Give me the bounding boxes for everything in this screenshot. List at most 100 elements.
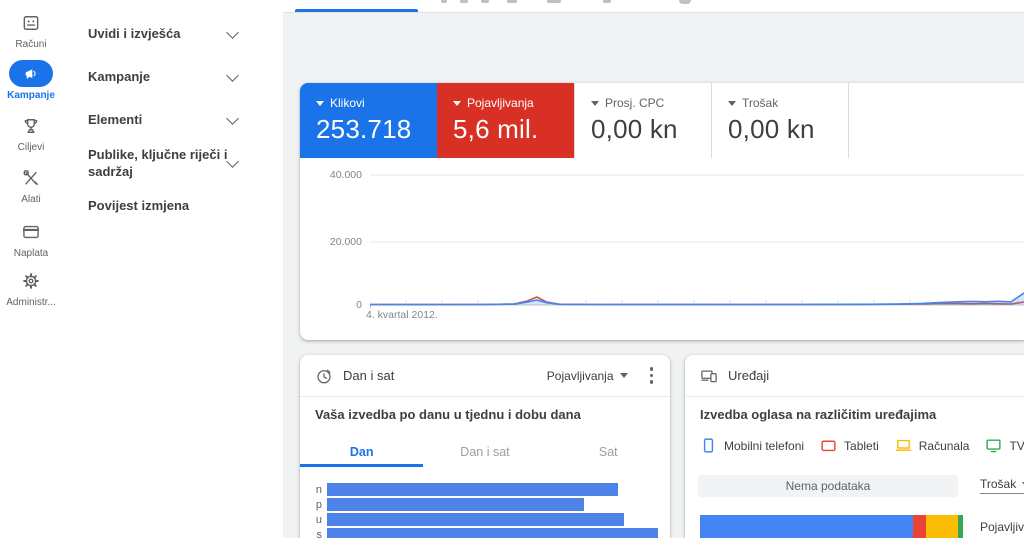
day-bar-chart: n p u s [300, 482, 665, 538]
scorecard-prosj-cpc[interactable]: Prosj. CPC 0,00 kn [574, 83, 711, 158]
rail-item-label: Računi [15, 39, 47, 50]
panel-subtitle: Izvedba oglasa na različitim uređajima [700, 407, 937, 422]
scorecard-klikovi[interactable]: Klikovi 253.718 [300, 83, 437, 158]
clipped-toolbar-icon [441, 0, 447, 3]
x-axis-label: 4. kvartal 2012. [366, 309, 438, 321]
rail-item-racuni[interactable]: Računi [0, 10, 62, 50]
day-bar[interactable] [327, 528, 659, 538]
scorecard-label: Klikovi [330, 96, 365, 110]
legend-item-tv-zasloni[interactable]: TV zasloni [985, 437, 1024, 454]
active-pill [9, 60, 53, 87]
no-data-banner: Nema podataka [698, 475, 958, 497]
rail-item-label: Alati [21, 194, 41, 205]
caret-down-icon[interactable] [728, 100, 736, 106]
billing-icon [22, 225, 40, 239]
gear-icon [23, 273, 39, 289]
sort-dropdown[interactable]: Trošak [980, 477, 1024, 494]
chevron-down-icon [226, 25, 239, 39]
clipped-toolbar-icon [460, 0, 468, 3]
active-tab-underline [295, 9, 418, 12]
scorecard-label: Trošak [742, 96, 779, 110]
y-axis-tick: 20.000 [329, 236, 362, 248]
menu-item-label: Publike, ključne riječi i sadržaj [88, 147, 228, 179]
tools-icon [23, 170, 38, 185]
tab-dan-i-sat[interactable]: Dan i sat [423, 440, 546, 467]
scorecard-value: 5,6 mil. [453, 114, 539, 144]
caret-down-icon[interactable] [453, 100, 461, 106]
chevron-down-icon [226, 111, 239, 125]
rail-item-alati[interactable]: Alati [0, 165, 62, 205]
trophy-icon [24, 119, 38, 133]
legend-label: Računala [918, 438, 970, 453]
devices-icon [701, 369, 717, 382]
google-ads-app: Računi Kampanje Ciljevi Alati Naplata Ad… [0, 0, 1024, 538]
clipped-toolbar-icon [481, 0, 489, 3]
rail-item-ciljevi[interactable]: Ciljevi [0, 113, 62, 153]
metric-dropdown-value: Pojavljivanja [546, 368, 614, 383]
menu-item-label: Kampanje [88, 69, 151, 84]
scorecard-label: Pojavljivanja [467, 96, 534, 110]
tv-icon [986, 439, 1002, 453]
rail-item-naplata[interactable]: Naplata [0, 219, 62, 259]
tab-active-underline [300, 464, 423, 467]
phone-icon [703, 438, 714, 453]
day-bar-row: n [300, 482, 665, 497]
scorecard-trosak[interactable]: Trošak 0,00 kn [711, 83, 848, 158]
day-bar[interactable] [327, 513, 625, 526]
day-label: n [315, 483, 322, 496]
rail-item-label: Kampanje [7, 90, 55, 101]
rail-item-kampanje[interactable]: Kampanje [0, 60, 62, 101]
y-axis-tick: 0 [356, 299, 362, 311]
segment-tableti[interactable] [913, 515, 927, 538]
clipped-toolbar-icon [603, 0, 611, 3]
tab-dan[interactable]: Dan [300, 440, 423, 467]
day-hour-header: Dan i sat Pojavljivanja [300, 355, 670, 397]
overview-chart-card: Klikovi 253.718 Pojavljivanja 5,6 mil. P… [300, 83, 1024, 340]
legend-label: TV zasloni [1009, 438, 1024, 453]
menu-item-label: Povijest izmjena [88, 198, 190, 213]
legend-item-mobilni-telefoni[interactable]: Mobilni telefoni [700, 437, 804, 454]
clipped-toolbar-icon [507, 0, 517, 3]
day-bar[interactable] [327, 483, 618, 496]
menu-item-publike[interactable]: Publike, ključne riječi i sadržaj [88, 146, 269, 180]
day-label: s [316, 528, 323, 538]
device-stacked-bar[interactable] [700, 515, 963, 538]
clipped-toolbar-icon [679, 0, 691, 4]
devices-header: Uređaji [685, 355, 1024, 397]
caret-down-icon[interactable] [591, 100, 599, 106]
metric-dropdown[interactable]: Pojavljivanja [547, 369, 628, 383]
clock-icon [317, 369, 331, 383]
panel-title: Dan i sat [343, 368, 395, 383]
segment-mobilni-telefoni[interactable] [700, 515, 914, 538]
performance-line-chart[interactable] [370, 158, 1024, 323]
scorecard-pojavljivanja[interactable]: Pojavljivanja 5,6 mil. [437, 83, 574, 158]
rail-item-label: Administr... [6, 297, 56, 308]
tab-sat[interactable]: Sat [547, 440, 670, 467]
menu-item-label: Elementi [88, 112, 143, 127]
menu-item-povijest-izmjena[interactable]: Povijest izmjena [88, 197, 269, 214]
legend-label: Tableti [844, 438, 879, 453]
panel-title: Uređaji [728, 368, 770, 383]
menu-item-uvidi-i-izvjesca[interactable]: Uvidi i izvješća [88, 25, 269, 42]
day-hour-tabs: Dan Dan i sat Sat [300, 440, 670, 467]
segment-tv-zasloni[interactable] [957, 515, 963, 538]
day-label: u [315, 513, 322, 526]
rail-item-administracija[interactable]: Administr... [0, 268, 62, 308]
scorecard-label: Prosj. CPC [605, 96, 665, 110]
scorecard-value: 0,00 kn [591, 114, 678, 144]
menu-item-elementi[interactable]: Elementi [88, 111, 269, 128]
legend-item-tableti[interactable]: Tableti [820, 437, 879, 454]
menu-item-label: Uvidi i izvješća [88, 26, 181, 41]
segment-racunala[interactable] [926, 515, 958, 538]
day-bar[interactable] [327, 498, 584, 511]
scorecard-filler [848, 83, 1024, 158]
laptop-icon [895, 439, 912, 451]
tablet-icon [821, 440, 836, 452]
scorecards-row: Klikovi 253.718 Pojavljivanja 5,6 mil. P… [300, 83, 1024, 158]
caret-down-icon[interactable] [316, 100, 324, 106]
rail-item-label: Naplata [13, 248, 49, 259]
kebab-menu-icon[interactable] [648, 365, 656, 386]
device-stacked-row: Pojavljivanja [700, 515, 1024, 538]
menu-item-kampanje[interactable]: Kampanje [88, 68, 269, 85]
legend-item-racunala[interactable]: Računala [895, 437, 970, 454]
